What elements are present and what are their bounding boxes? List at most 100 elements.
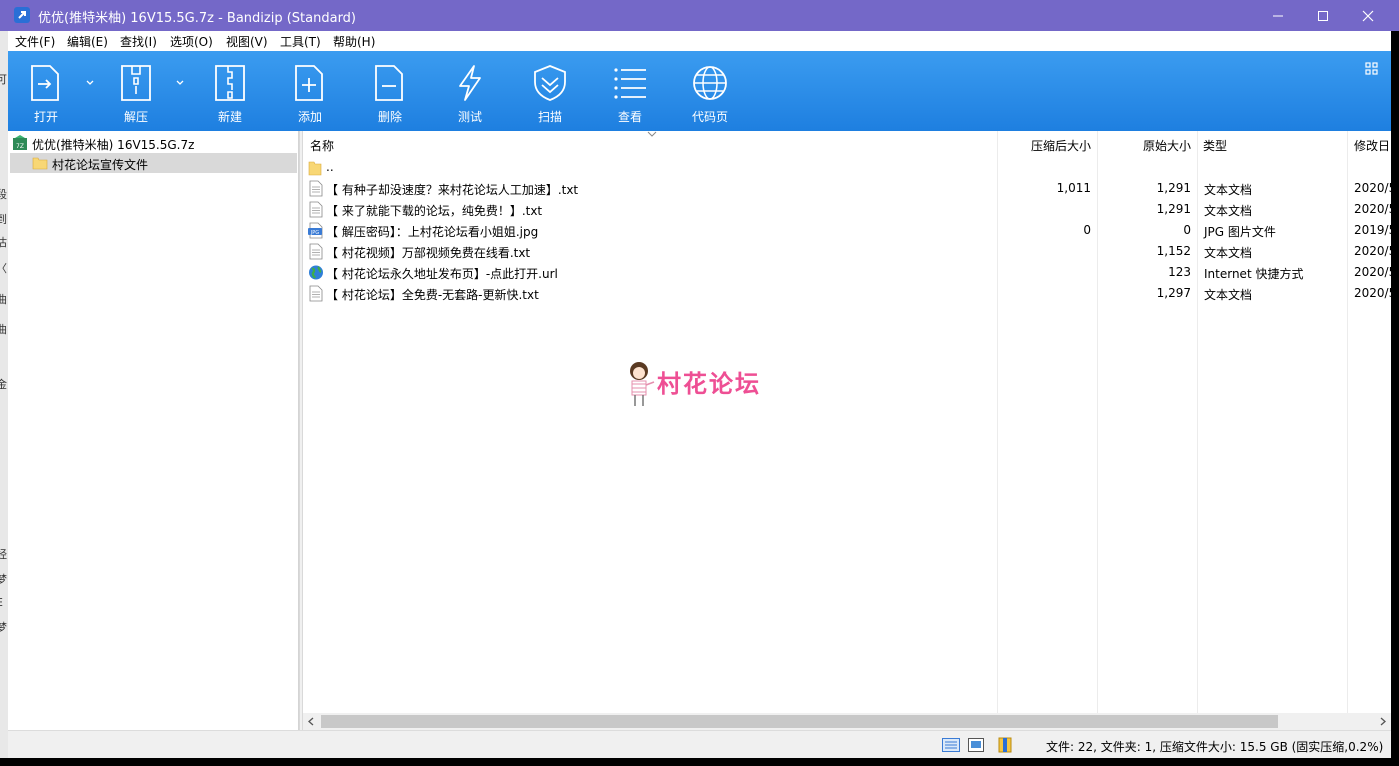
maximize-icon	[1318, 10, 1328, 21]
menu-view[interactable]: 视图(V)	[226, 33, 268, 50]
scroll-left-icon[interactable]	[307, 717, 315, 726]
file-row[interactable]: JPG 【 解压密码】：上村花论坛看小姐姐.jpg 0 0 JPG 图片文件 2…	[303, 220, 1391, 241]
file-row-parent[interactable]: ..	[303, 157, 1391, 178]
sort-chevron-icon	[647, 131, 657, 137]
file-modified: 2019/5	[1354, 223, 1391, 237]
column-name-label: 名称	[310, 139, 335, 153]
file-original-size: 123	[1168, 265, 1191, 279]
test-button[interactable]: 测试	[432, 51, 508, 131]
tree-root-label: 优优(推特米柚) 16V15.5G.7z	[32, 138, 195, 152]
bandizip-app-icon[interactable]	[14, 7, 30, 23]
minimize-button[interactable]	[1255, 0, 1301, 31]
status-text: 文件: 22, 文件夹: 1, 压缩文件大小: 15.5 GB (固实压缩,0.…	[1046, 740, 1384, 754]
view-button[interactable]: 查看	[592, 51, 668, 131]
file-modified: 2020/5	[1354, 244, 1391, 258]
codepage-button[interactable]: 代码页	[672, 51, 748, 131]
file-row[interactable]: 【 村花论坛永久地址发布页】-点此打开.url 123 Internet 快捷方…	[303, 262, 1391, 283]
file-original-size: 1,297	[1156, 286, 1191, 300]
file-row[interactable]: 【 有种子却没速度？来村花论坛人工加速】.txt 1,011 1,291 文本文…	[303, 178, 1391, 199]
file-modified: 2020/5	[1354, 202, 1391, 216]
layout-grid-icon[interactable]	[1365, 62, 1379, 76]
delete-label: 删除	[377, 110, 402, 124]
open-icon	[31, 65, 59, 101]
maximize-button[interactable]	[1300, 0, 1346, 31]
file-type: 文本文档	[1204, 246, 1253, 260]
column-original-label: 原始大小	[1142, 139, 1191, 153]
new-archive-button[interactable]: 新建	[192, 51, 268, 131]
menu-help[interactable]: 帮助(H)	[333, 33, 375, 50]
watermark-text: 村花论坛	[657, 370, 761, 398]
menu-file[interactable]: 文件(F)	[15, 33, 55, 50]
delete-file-icon	[375, 65, 403, 101]
file-compressed-size: 0	[1083, 223, 1091, 237]
column-header-compressed[interactable]: 压缩后大小	[997, 131, 1097, 155]
file-type: 文本文档	[1204, 204, 1253, 218]
extract-dropdown-chevron-icon[interactable]	[174, 77, 186, 89]
file-name: 【 村花论坛】全免费-无套路-更新快.txt	[326, 288, 539, 302]
column-modified-label: 修改日	[1354, 139, 1391, 153]
add-button[interactable]: 添加	[272, 51, 348, 131]
file-modified: 2020/5	[1354, 265, 1391, 279]
menu-options[interactable]: 选项(O)	[170, 33, 213, 50]
extract-label: 解压	[123, 110, 148, 124]
menu-find[interactable]: 查找(I)	[120, 33, 157, 50]
svg-text:JPG: JPG	[310, 230, 319, 236]
open-dropdown-chevron-icon[interactable]	[84, 77, 96, 89]
globe-icon	[693, 66, 727, 100]
preview-view-icon[interactable]	[968, 738, 984, 752]
scrollbar-thumb[interactable]	[321, 715, 1278, 728]
file-modified: 2020/5	[1354, 181, 1391, 195]
new-archive-label: 新建	[217, 110, 242, 124]
close-button[interactable]	[1345, 0, 1391, 31]
window-title: 优优(推特米柚) 16V15.5G.7z - Bandizip (Standar…	[38, 11, 357, 26]
jpg-file-icon: JPG	[308, 222, 323, 239]
scan-button[interactable]: 扫描	[512, 51, 588, 131]
column-header-type[interactable]: 类型	[1197, 131, 1347, 155]
file-row[interactable]: 【 村花论坛】全免费-无套路-更新快.txt 1,297 文本文档 2020/5	[303, 283, 1391, 304]
details-view-icon[interactable]	[942, 738, 960, 752]
list-view-icon	[614, 68, 646, 99]
delete-button[interactable]: 删除	[352, 51, 428, 131]
new-archive-icon	[215, 65, 245, 101]
girl-mascot-icon	[630, 362, 655, 406]
archive-info-icon[interactable]	[998, 737, 1012, 753]
column-header-modified[interactable]: 修改日	[1347, 131, 1391, 155]
open-button[interactable]: 打开	[8, 51, 84, 131]
file-type: 文本文档	[1204, 288, 1253, 302]
file-name: 【 村花视频】万部视频免费在线看.txt	[326, 246, 531, 260]
file-row[interactable]: 【 村花视频】万部视频免费在线看.txt 1,152 文本文档 2020/5	[303, 241, 1391, 262]
open-label: 打开	[33, 110, 58, 124]
tree-folder-item[interactable]: 村花论坛宣传文件	[10, 153, 297, 173]
tree-folder-label: 村花论坛宣传文件	[52, 158, 149, 172]
file-name: 【 来了就能下载的论坛，纯免费！】.txt	[326, 204, 543, 218]
globe-icon	[309, 265, 323, 280]
scroll-right-icon[interactable]	[1379, 717, 1387, 726]
text-file-icon	[309, 285, 323, 302]
file-type: JPG 图片文件	[1204, 225, 1276, 239]
column-type-label: 类型	[1203, 139, 1228, 153]
shield-icon	[534, 65, 566, 101]
file-name: 【 村花论坛永久地址发布页】-点此打开.url	[326, 267, 558, 281]
file-modified: 2020/5	[1354, 286, 1391, 300]
text-file-icon	[309, 201, 323, 218]
column-header-original[interactable]: 原始大小	[1097, 131, 1197, 155]
file-type: 文本文档	[1204, 183, 1253, 197]
file-name: 【 有种子却没速度？来村花论坛人工加速】.txt	[326, 183, 579, 197]
menu-edit[interactable]: 编辑(E)	[67, 33, 108, 50]
tree-root-archive[interactable]: 7Z 优优(推特米柚) 16V15.5G.7z	[10, 133, 297, 153]
extract-button[interactable]: 解压	[98, 51, 174, 131]
window-right-edge	[1391, 31, 1399, 766]
menu-tools[interactable]: 工具(T)	[280, 33, 321, 50]
lightning-icon	[459, 65, 481, 101]
file-original-size: 1,152	[1156, 244, 1191, 258]
add-label: 添加	[297, 110, 322, 124]
horizontal-scrollbar[interactable]	[303, 713, 1391, 730]
bottom-edge	[0, 758, 1399, 766]
title-bar: 优优(推特米柚) 16V15.5G.7z - Bandizip (Standar…	[0, 0, 1399, 31]
background-window-edge: 可段到估〈曲曲金经梦E梦	[0, 31, 8, 766]
column-compressed-label: 压缩后大小	[1030, 139, 1091, 153]
file-original-size: 1,291	[1156, 202, 1191, 216]
column-header-name[interactable]: 名称	[303, 131, 997, 155]
minimize-icon	[1273, 15, 1283, 16]
file-row[interactable]: 【 来了就能下载的论坛，纯免费！】.txt 1,291 文本文档 2020/5	[303, 199, 1391, 220]
